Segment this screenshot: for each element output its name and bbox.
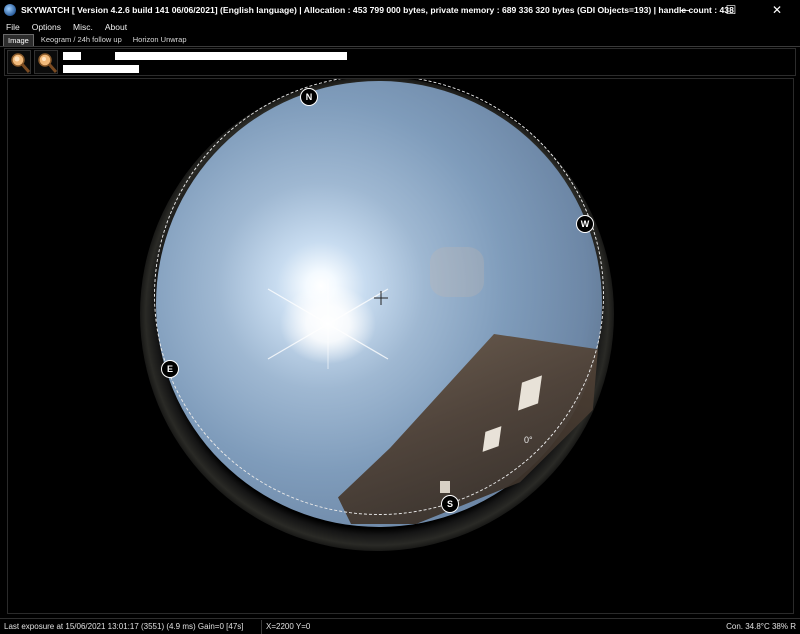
allsky-image-viewer[interactable]: N W E S 0°	[7, 78, 794, 614]
tab-horizon-unwrap[interactable]: Horizon Unwrap	[129, 34, 191, 46]
tab-image[interactable]: Image	[3, 34, 34, 46]
status-exposure: Last exposure at 15/06/2021 13:01:17 (35…	[0, 619, 262, 634]
zoom-in-button[interactable]	[7, 50, 31, 74]
horizon-circle	[154, 79, 604, 515]
tab-keogram[interactable]: Keogram / 24h follow up	[37, 34, 126, 46]
title-bar: SKYWATCH [ Version 4.2.6 build 141 06/06…	[0, 0, 800, 20]
window-title: SKYWATCH [ Version 4.2.6 build 141 06/06…	[21, 5, 734, 15]
info-field-long	[115, 52, 347, 60]
tab-bar: Image Keogram / 24h follow up Horizon Un…	[0, 34, 800, 47]
compass-west: W	[576, 215, 594, 233]
menu-file[interactable]: File	[0, 22, 26, 32]
compass-east: E	[161, 360, 179, 378]
status-bar: Last exposure at 15/06/2021 13:01:17 (35…	[0, 618, 800, 634]
menu-misc[interactable]: Misc.	[67, 22, 99, 32]
menu-bar: File Options Misc. About	[0, 20, 800, 34]
status-coords: X=2200 Y=0	[266, 621, 311, 631]
close-button[interactable]: ✕	[754, 0, 800, 20]
compass-north: N	[300, 88, 318, 106]
maximize-button[interactable]: ☐	[708, 0, 754, 20]
altitude-label: 0°	[524, 435, 533, 445]
window-controls: ─ ☐ ✕	[662, 0, 800, 20]
zoom-out-icon	[38, 53, 58, 73]
zoom-in-icon	[11, 53, 31, 73]
app-icon	[4, 4, 16, 16]
info-field-second-line	[63, 65, 139, 73]
menu-options[interactable]: Options	[26, 22, 67, 32]
zoom-out-button[interactable]	[34, 50, 58, 74]
menu-about[interactable]: About	[99, 22, 133, 32]
info-field-short	[63, 52, 81, 60]
minimize-button[interactable]: ─	[662, 0, 708, 20]
status-sensor: Con. 34.8°C 38% R	[726, 621, 796, 631]
image-toolbar	[4, 48, 796, 76]
compass-south: S	[441, 495, 459, 513]
